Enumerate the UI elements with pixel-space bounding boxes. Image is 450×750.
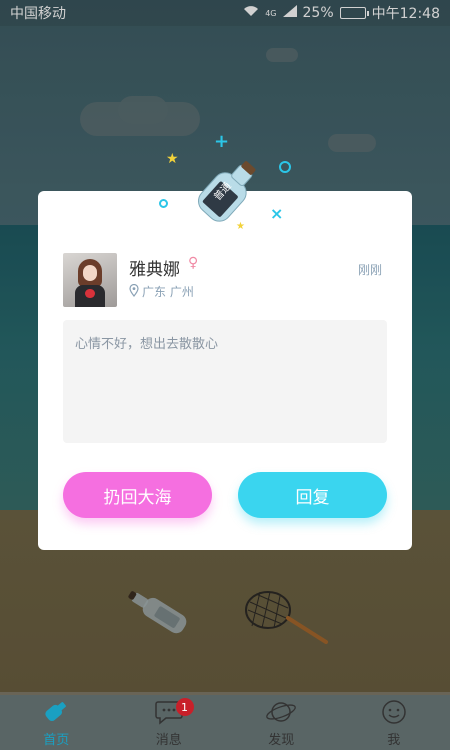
- sparkle-icon: ★: [166, 151, 179, 167]
- reply-button[interactable]: 回复: [238, 472, 387, 518]
- bottle-card: 雅典娜 ♀ 刚刚 广东 广州 心情不好，想出去散散心 扔回大海 回复: [38, 191, 412, 550]
- location-text: 广东 广州: [142, 285, 194, 299]
- smiley-icon: [382, 700, 406, 724]
- unread-badge: 1: [175, 698, 194, 716]
- tab-label: 消息: [155, 733, 182, 748]
- planet-icon: [266, 702, 297, 722]
- ring-icon: [159, 199, 168, 208]
- message-text: 心情不好，想出去散散心: [63, 320, 387, 443]
- female-icon: ♀: [188, 255, 199, 271]
- tab-home[interactable]: 首页: [0, 692, 113, 750]
- cross-icon: ×: [270, 204, 284, 223]
- throw-back-button[interactable]: 扔回大海: [63, 472, 212, 518]
- user-name: 雅典娜: [129, 260, 180, 280]
- avatar[interactable]: [63, 253, 117, 307]
- tab-label: 首页: [43, 733, 70, 748]
- bottom-nav: 首页 1 消息 发现 我: [0, 692, 450, 750]
- tab-me[interactable]: 我: [338, 692, 450, 750]
- time-ago: 刚刚: [357, 263, 382, 277]
- location-pin-icon: [129, 283, 139, 300]
- ring-icon: [279, 161, 291, 173]
- location: 广东 广州: [129, 283, 194, 300]
- plus-icon: +: [214, 131, 230, 152]
- bottle-icon: [45, 702, 67, 722]
- tab-label: 发现: [268, 733, 295, 748]
- tab-label: 我: [387, 733, 401, 748]
- tab-messages[interactable]: 1 消息: [113, 692, 226, 750]
- tab-discover[interactable]: 发现: [225, 692, 338, 750]
- sparkle-icon: ★: [236, 221, 245, 232]
- bottle-icon: 普通: [198, 161, 256, 222]
